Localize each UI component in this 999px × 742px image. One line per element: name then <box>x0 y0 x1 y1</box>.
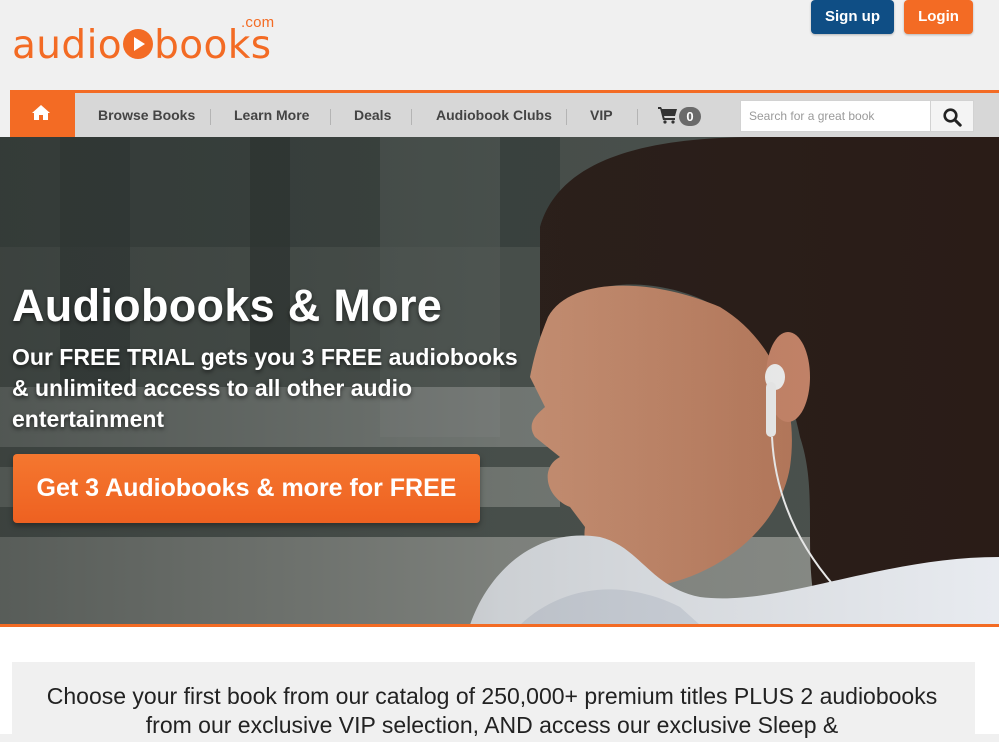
intro-text: Choose your first book from our catalog … <box>46 683 938 738</box>
nav-divider <box>566 109 567 125</box>
signup-button[interactable]: Sign up <box>811 0 894 34</box>
main-nav: Browse Books Learn More Deals Audiobook … <box>10 90 999 138</box>
nav-item-audiobook-clubs[interactable]: Audiobook Clubs <box>436 107 552 123</box>
search-icon <box>943 108 962 127</box>
login-button[interactable]: Login <box>904 0 973 34</box>
home-button[interactable] <box>10 90 75 138</box>
nav-item-vip[interactable]: VIP <box>590 107 613 123</box>
nav-item-deals[interactable]: Deals <box>354 107 391 123</box>
logo-wordmark: audio books <box>12 23 272 68</box>
nav-divider <box>411 109 412 125</box>
nav-item-learn-more[interactable]: Learn More <box>234 107 309 123</box>
shopping-cart-icon <box>658 107 677 124</box>
free-trial-cta-button[interactable]: Get 3 Audiobooks & more for FREE <box>13 454 480 523</box>
intro-box: Choose your first book from our catalog … <box>12 662 975 742</box>
home-icon <box>32 105 50 120</box>
search-button[interactable] <box>931 100 974 132</box>
search-input[interactable] <box>740 100 931 132</box>
hero-banner: Audiobooks & More Our FREE TRIAL gets yo… <box>0 137 999 625</box>
nav-item-browse-books[interactable]: Browse Books <box>98 107 195 123</box>
hero-subtitle: Our FREE TRIAL gets you 3 FREE audiobook… <box>12 344 518 432</box>
nav-divider <box>637 109 638 125</box>
nav-divider <box>210 109 211 125</box>
cart-button[interactable] <box>658 106 678 129</box>
nav-divider <box>330 109 331 125</box>
cart-count-badge: 0 <box>679 107 701 126</box>
hero-title: Audiobooks & More <box>12 280 443 331</box>
site-header: .com audio books Sign up Login <box>0 0 999 90</box>
play-icon <box>123 29 154 59</box>
